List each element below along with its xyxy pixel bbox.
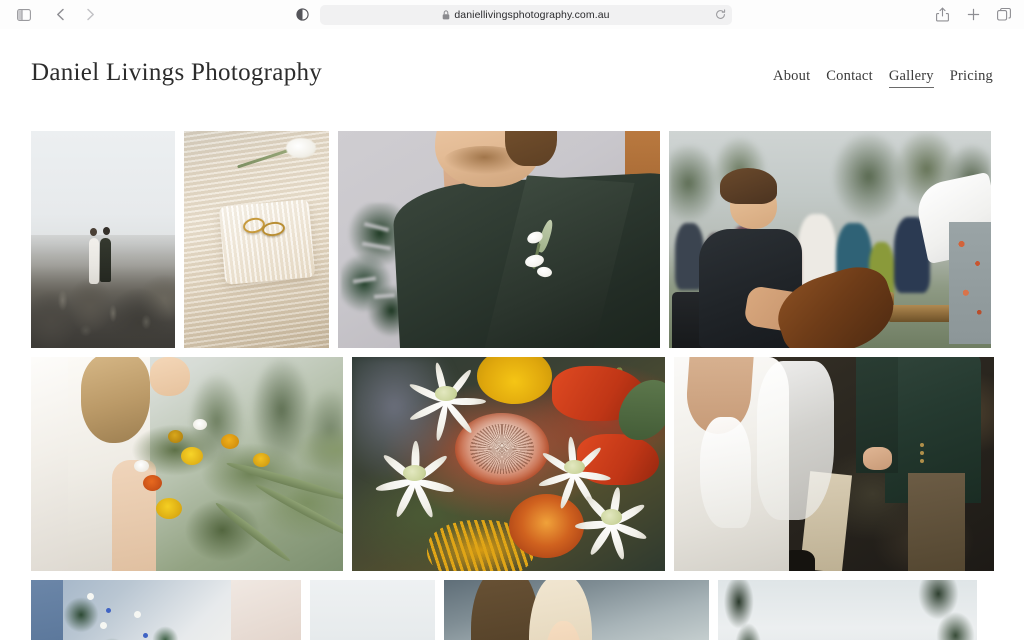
nav-link-gallery[interactable]: Gallery — [888, 68, 934, 88]
url-zone: daniellivingsphotography.com.au — [0, 4, 1024, 25]
gallery-photo[interactable] — [718, 580, 977, 640]
gallery-photo[interactable] — [31, 357, 343, 571]
photo-layer-hair — [505, 131, 557, 166]
photo-layer-tree — [904, 580, 977, 640]
nav-link-pricing[interactable]: Pricing — [950, 68, 993, 87]
photo-flower — [168, 429, 184, 443]
gallery-row — [31, 580, 993, 640]
photo-subject-face — [149, 357, 191, 396]
photo-layer-trousers — [907, 472, 966, 571]
gallery-row — [31, 357, 994, 571]
photo-canvas — [669, 131, 991, 348]
photo-flower — [133, 459, 149, 472]
share-icon[interactable] — [932, 4, 952, 26]
photo-flower-flannel — [371, 440, 459, 519]
photo-flower-flannel — [571, 485, 652, 561]
photo-canvas — [352, 357, 665, 571]
reload-icon[interactable] — [715, 9, 726, 20]
gallery-photo[interactable] — [184, 131, 329, 348]
photo-flower — [155, 498, 182, 520]
photo-subject-couple — [87, 226, 113, 285]
tab-overview-icon[interactable] — [994, 4, 1014, 26]
photo-canvas — [31, 357, 343, 571]
photo-subject-boutonniere — [522, 218, 574, 291]
photo-canvas — [718, 580, 977, 640]
gallery-photo[interactable] — [31, 580, 301, 640]
photo-layer-bow — [699, 416, 751, 529]
site-logo[interactable]: Daniel Livings Photography — [31, 59, 322, 87]
photo-layer-floral-arch — [52, 580, 210, 640]
address-bar-content: daniellivingsphotography.com.au — [442, 8, 610, 21]
toolbar-left-group — [12, 4, 102, 26]
webpage-viewport: Daniel Livings Photography About Contact… — [0, 29, 1024, 640]
gallery-photo[interactable] — [310, 580, 435, 640]
photo-gallery-grid — [0, 131, 1024, 640]
gallery-photo[interactable] — [338, 131, 660, 348]
forward-chevron-icon[interactable] — [78, 4, 102, 26]
photo-flower — [180, 446, 203, 465]
gallery-photo[interactable] — [352, 357, 665, 571]
photo-canvas — [184, 131, 329, 348]
back-chevron-icon[interactable] — [48, 4, 72, 26]
toolbar-right-group — [932, 4, 1014, 26]
nav-link-about[interactable]: About — [773, 68, 810, 87]
photo-layer-sleeve — [757, 361, 834, 520]
gallery-photo[interactable] — [444, 580, 709, 640]
nav-link-contact[interactable]: Contact — [826, 68, 873, 87]
new-tab-plus-icon[interactable] — [963, 4, 983, 26]
photo-layer-flower-sprig — [236, 135, 317, 183]
reader-view-icon[interactable] — [292, 5, 312, 25]
photo-layer-ring-pillow — [218, 198, 315, 285]
gallery-row — [31, 131, 993, 348]
photo-layer-dress — [230, 580, 301, 640]
gallery-photo[interactable] — [31, 131, 175, 348]
address-bar-url: daniellivingsphotography.com.au — [454, 8, 610, 21]
address-bar[interactable]: daniellivingsphotography.com.au — [320, 4, 732, 25]
site-header: Daniel Livings Photography About Contact… — [0, 29, 1024, 88]
photo-layer-floral-dress — [949, 222, 991, 344]
photo-layer-buttons — [919, 442, 924, 465]
photo-canvas — [674, 357, 994, 571]
photo-canvas — [31, 131, 175, 348]
photo-canvas — [31, 580, 301, 640]
gallery-photo[interactable] — [674, 357, 994, 571]
secure-lock-icon — [442, 9, 450, 20]
photo-canvas — [444, 580, 709, 640]
photo-flower-flannel — [402, 361, 490, 442]
photo-layer-tree — [718, 580, 770, 640]
photo-canvas — [338, 131, 660, 348]
browser-toolbar: daniellivingsphotography.com.au — [0, 0, 1024, 29]
photo-flower — [252, 453, 270, 468]
photo-subject-held-hands — [862, 446, 892, 471]
gallery-photo[interactable] — [669, 131, 991, 348]
site-nav: About Contact Gallery Pricing — [773, 68, 993, 88]
photo-flower — [143, 474, 163, 491]
photo-canvas — [310, 580, 435, 640]
sidebar-toggle-icon[interactable] — [12, 4, 36, 26]
